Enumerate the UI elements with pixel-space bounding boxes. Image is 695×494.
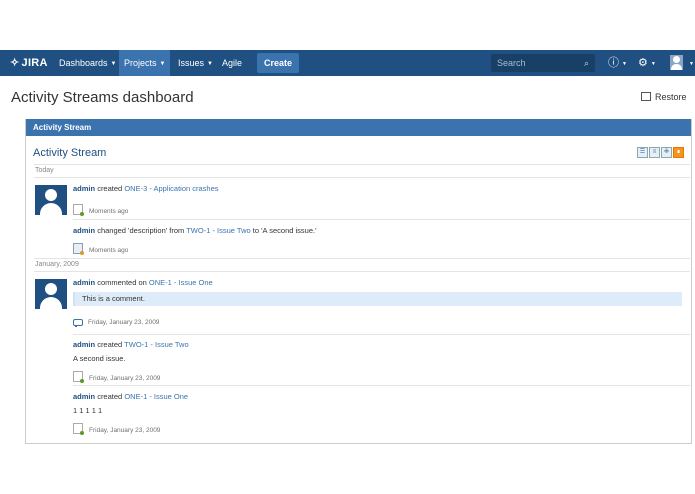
help-menu[interactable]: ⓘ ▼: [608, 50, 627, 76]
activity-entry-title: admin created TWO-1 - Issue Two: [73, 340, 189, 349]
activity-meta: Friday, January 23, 2009: [73, 423, 160, 435]
top-navigation-bar: ✧ JIRA Dashboards ▼ Projects ▼ Issues ▼ Agil…: [0, 50, 695, 76]
divider: [34, 258, 690, 259]
stream-title[interactable]: Activity Stream: [33, 147, 106, 159]
chevron-down-icon: ▼: [110, 61, 117, 67]
issue-created-icon: [73, 371, 84, 383]
create-button[interactable]: Create: [257, 53, 300, 73]
nav-agile[interactable]: Agile: [217, 50, 247, 76]
issue-link[interactable]: ONE-1 - Issue One: [124, 392, 188, 401]
nav-agile-label: Agile: [222, 58, 243, 68]
date-group-today: Today: [35, 167, 54, 174]
issue-link[interactable]: ONE-1 - Issue One: [149, 278, 213, 287]
user-link[interactable]: admin: [73, 184, 95, 193]
divider: [34, 177, 690, 178]
filter-icon[interactable]: ☰: [637, 147, 648, 158]
nav-projects-label: Projects: [124, 58, 157, 68]
user-link[interactable]: admin: [73, 278, 95, 287]
user-avatar[interactable]: [670, 55, 683, 70]
search-icon[interactable]: ⌕: [584, 54, 589, 72]
gadget-header: Activity Stream: [26, 119, 691, 136]
activity-timestamp[interactable]: Friday, January 23, 2009: [89, 375, 160, 382]
comment-text: This is a comment.: [82, 294, 145, 303]
activity-action: created: [97, 184, 123, 193]
restore-label: Restore: [655, 92, 687, 102]
activity-action: changed 'description' from: [97, 226, 185, 235]
gear-icon: ⚙: [638, 57, 648, 69]
activity-timestamp[interactable]: Moments ago: [89, 247, 128, 254]
activity-action: created: [97, 340, 123, 349]
issue-created-icon: [73, 423, 84, 435]
activity-entry-title: admin changed 'description' from TWO-1 -…: [73, 226, 317, 235]
jira-logo[interactable]: ✧ JIRA: [10, 50, 48, 76]
issue-link[interactable]: TWO-1 - Issue Two: [124, 340, 188, 349]
divider: [73, 385, 690, 386]
user-link[interactable]: admin: [73, 340, 95, 349]
activity-entry-title: admin created ONE-1 - Issue One: [73, 392, 188, 401]
restore-button[interactable]: Restore: [641, 92, 687, 102]
page-title: Activity Streams dashboard: [11, 89, 194, 106]
activity-timestamp[interactable]: Moments ago: [89, 208, 128, 215]
activity-meta: Friday, January 23, 2009: [73, 319, 159, 327]
activity-timestamp[interactable]: Friday, January 23, 2009: [89, 427, 160, 434]
settings-menu[interactable]: ⚙ ▼: [638, 50, 656, 76]
list-view-icon[interactable]: ≡: [649, 147, 660, 158]
issue-created-icon: [73, 204, 84, 216]
search-placeholder: Search: [497, 58, 526, 68]
chevron-down-icon: ▼: [650, 61, 656, 67]
issue-link[interactable]: ONE-3 - Application crashes: [124, 184, 218, 193]
issue-edited-icon: [73, 243, 84, 255]
activity-meta: Moments ago: [73, 243, 128, 255]
divider: [34, 164, 690, 165]
activity-stream-gadget: Activity Stream Activity Stream ☰ ≡ ✙ ∎ Tod…: [25, 119, 692, 444]
restore-icon: [641, 92, 651, 101]
settings-icon[interactable]: ✙: [661, 147, 672, 158]
nav-projects[interactable]: Projects ▼: [119, 50, 171, 76]
divider: [73, 334, 690, 335]
date-group-january-2009: January, 2009: [35, 261, 79, 268]
user-avatar[interactable]: [35, 279, 67, 309]
issue-description: A second issue.: [73, 354, 126, 363]
user-menu-chevron[interactable]: ▼: [686, 50, 694, 76]
activity-action: created: [97, 392, 123, 401]
nav-issues-label: Issues: [178, 58, 205, 68]
activity-action: commented on: [97, 278, 147, 287]
nav-dashboards-label: Dashboards: [59, 58, 108, 68]
divider: [73, 219, 690, 220]
divider: [34, 271, 690, 272]
chevron-down-icon: ▼: [159, 61, 166, 67]
chevron-down-icon: ▼: [622, 61, 627, 67]
nav-dashboards[interactable]: Dashboards ▼: [54, 50, 121, 76]
comment-body: This is a comment.: [73, 292, 682, 306]
chevron-down-icon: ▼: [689, 61, 694, 67]
activity-action-suffix: to 'A second issue.': [252, 226, 317, 235]
stream-toolbar: ☰ ≡ ✙ ∎: [637, 147, 685, 165]
activity-entry-title: admin commented on ONE-1 - Issue One: [73, 278, 213, 287]
jira-logo-icon: ✧: [10, 57, 20, 69]
user-link[interactable]: admin: [73, 226, 95, 235]
activity-entry-title: admin created ONE-3 - Application crashe…: [73, 184, 219, 193]
chevron-down-icon: ▼: [207, 61, 213, 67]
help-icon: ⓘ: [608, 57, 619, 69]
user-link[interactable]: admin: [73, 392, 95, 401]
jira-logo-text: JIRA: [21, 57, 48, 69]
activity-meta: Friday, January 23, 2009: [73, 371, 160, 383]
search-input[interactable]: Search ⌕: [491, 54, 595, 72]
activity-timestamp[interactable]: Friday, January 23, 2009: [88, 319, 159, 326]
comment-icon: [73, 319, 83, 327]
rss-icon[interactable]: ∎: [673, 147, 684, 158]
gadget-header-title: Activity Stream: [33, 123, 92, 132]
user-avatar[interactable]: [35, 185, 67, 215]
activity-meta: Moments ago: [73, 204, 128, 216]
issue-description: 1 1 1 1 1: [73, 406, 103, 415]
nav-issues[interactable]: Issues ▼: [173, 50, 218, 76]
issue-link[interactable]: TWO-1 - Issue Two: [186, 226, 250, 235]
